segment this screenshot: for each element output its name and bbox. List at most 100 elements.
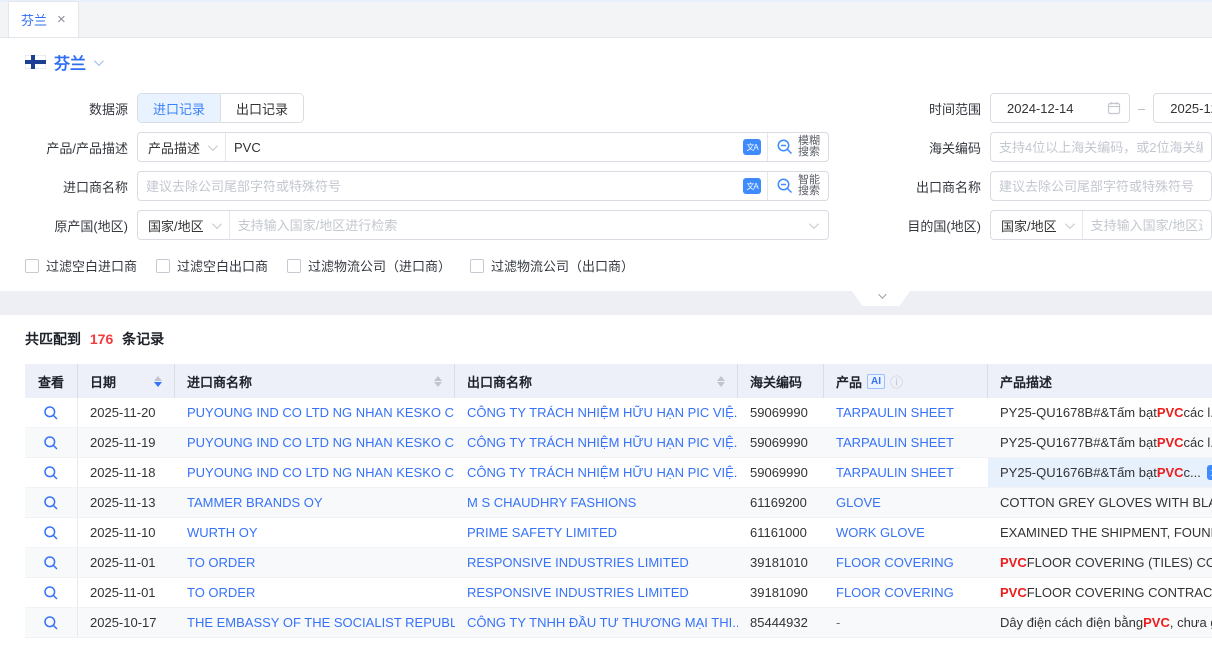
view-magnifier-icon[interactable] <box>43 555 59 571</box>
row-product: 产品/产品描述 产品描述 文A 模糊 <box>0 133 1212 161</box>
date-end-input[interactable] <box>1162 101 1212 116</box>
sort-icons[interactable] <box>434 376 442 387</box>
exporter-link[interactable]: M S CHAUDHRY FASHIONS <box>455 488 738 517</box>
translate-icon[interactable]: 文A <box>743 178 761 194</box>
exporter-label: 出口商名称 <box>829 177 990 196</box>
info-icon[interactable]: ⓘ <box>890 372 903 391</box>
date-cell: 2025-11-20 <box>78 398 175 427</box>
importer-link[interactable]: TAMMER BRANDS OY <box>175 488 455 517</box>
exporter-link[interactable]: CÔNG TY TRÁCH NHIỆM HỮU HẠN PIC VIỆ... <box>455 428 738 457</box>
view-cell <box>25 518 78 547</box>
product-link[interactable]: TARPAULIN SHEET <box>824 428 988 457</box>
date-cell: 2025-11-19 <box>78 428 175 457</box>
filter-logistics-exporter[interactable]: 过滤物流公司（出口商） <box>470 256 634 275</box>
product-type-select[interactable]: 产品描述 <box>138 138 225 157</box>
country-name[interactable]: 芬兰 <box>54 50 86 74</box>
origin-input[interactable] <box>230 218 809 233</box>
product-link[interactable]: WORK GLOVE <box>824 518 988 547</box>
destination-input[interactable] <box>1083 218 1211 233</box>
origin-select[interactable]: 国家/地区 <box>138 216 229 235</box>
translate-icon[interactable]: 文A <box>1207 465 1212 480</box>
collapse-panel-button[interactable] <box>852 291 910 306</box>
filter-logistics-importer[interactable]: 过滤物流公司（进口商） <box>287 256 451 275</box>
date-start-box[interactable] <box>990 93 1130 123</box>
sort-icons[interactable] <box>717 376 725 387</box>
view-magnifier-icon[interactable] <box>43 435 59 451</box>
exporter-link[interactable]: CÔNG TY TRÁCH NHIỆM HỮU HẠN PIC VIỆ... <box>455 398 738 427</box>
product-link[interactable]: GLOVE <box>824 488 988 517</box>
close-icon[interactable]: × <box>57 12 66 27</box>
view-cell <box>25 488 78 517</box>
importer-link[interactable]: PUYOUNG IND CO LTD NG NHAN KESKO C... <box>175 398 455 427</box>
product-link[interactable]: FLOOR COVERING <box>824 578 988 607</box>
checkbox-icon[interactable] <box>470 259 484 273</box>
panel-divider-band <box>0 291 1212 315</box>
importer-link[interactable]: PUYOUNG IND CO LTD NG NHAN KESKO C... <box>175 428 455 457</box>
exporter-link[interactable]: RESPONSIVE INDUSTRIES LIMITED <box>455 548 738 577</box>
exporter-link[interactable]: PRIME SAFETY LIMITED <box>455 518 738 547</box>
smart-search-button[interactable]: 智能 搜索 <box>767 172 828 200</box>
importer-input-group: 文A 智能 搜索 <box>137 171 829 201</box>
chevron-down-icon[interactable] <box>94 56 104 66</box>
exporter-link[interactable]: CÔNG TY TRÁCH NHIỆM HỮU HẠN PIC VIỆ... <box>455 458 738 487</box>
col-view: 查看 <box>25 364 78 398</box>
exporter-link[interactable]: RESPONSIVE INDUSTRIES LIMITED <box>455 578 738 607</box>
row-origin: 原产国(地区) 国家/地区 目的国(地区) 国家/地区 <box>0 211 1212 239</box>
importer-link[interactable]: TO ORDER <box>175 578 455 607</box>
filter-blank-exporter[interactable]: 过滤空白出口商 <box>156 256 268 275</box>
translate-icon[interactable]: 文A <box>743 139 761 155</box>
view-magnifier-icon[interactable] <box>43 405 59 421</box>
view-cell <box>25 548 78 577</box>
tab-finland[interactable]: 芬兰 × <box>8 1 79 37</box>
filter-blank-importer[interactable]: 过滤空白进口商 <box>25 256 137 275</box>
exporter-input[interactable] <box>991 179 1211 194</box>
tab-import-records[interactable]: 进口记录 <box>138 94 220 122</box>
desc-post: , chưa g... <box>1170 615 1212 630</box>
fuzzy-search-line2: 搜索 <box>798 147 820 158</box>
table-body: 2025-11-20 PUYOUNG IND CO LTD NG NHAN KE… <box>25 398 1212 638</box>
destination-select[interactable]: 国家/地区 <box>991 216 1082 235</box>
view-cell <box>25 428 78 457</box>
importer-link[interactable]: PUYOUNG IND CO LTD NG NHAN KESKO C... <box>175 458 455 487</box>
view-magnifier-icon[interactable] <box>43 465 59 481</box>
product-link[interactable]: TARPAULIN SHEET <box>824 398 988 427</box>
filter-row: 过滤空白进口商 过滤空白出口商 过滤物流公司（进口商） 过滤物流公司（出口商） <box>25 256 1212 275</box>
tab-title: 芬兰 <box>21 10 47 29</box>
exporter-link[interactable]: CÔNG TY TNHH ĐẦU TƯ THƯƠNG MẠI THI... <box>455 608 738 637</box>
view-magnifier-icon[interactable] <box>43 585 59 601</box>
checkbox-icon[interactable] <box>156 259 170 273</box>
checkbox-icon[interactable] <box>25 259 39 273</box>
hs-code-cell: 39181090 <box>738 578 824 607</box>
product-link: - <box>824 608 988 637</box>
sort-icons[interactable] <box>154 376 162 387</box>
col-product-label: 产品 <box>836 372 862 391</box>
table-row: 2025-11-19 PUYOUNG IND CO LTD NG NHAN KE… <box>25 428 1212 458</box>
view-magnifier-icon[interactable] <box>43 615 59 631</box>
col-date[interactable]: 日期 <box>78 364 175 398</box>
tab-bar: 芬兰 × <box>0 0 1212 38</box>
product-search-input[interactable] <box>226 140 737 155</box>
date-cell: 2025-11-01 <box>78 578 175 607</box>
desc-post: các l... <box>1184 435 1212 450</box>
product-link[interactable]: FLOOR COVERING <box>824 548 988 577</box>
importer-link[interactable]: TO ORDER <box>175 548 455 577</box>
product-link[interactable]: TARPAULIN SHEET <box>824 458 988 487</box>
date-start-input[interactable] <box>999 101 1107 116</box>
desc-highlight: PVC <box>1157 405 1184 420</box>
table-row: 2025-11-10 WURTH OY PRIME SAFETY LIMITED… <box>25 518 1212 548</box>
fuzzy-search-button[interactable]: 模糊 搜索 <box>767 133 828 161</box>
col-importer[interactable]: 进口商名称 <box>175 364 455 398</box>
importer-input[interactable] <box>138 179 737 194</box>
hs-code-input[interactable] <box>991 140 1211 155</box>
importer-link[interactable]: WURTH OY <box>175 518 455 547</box>
view-magnifier-icon[interactable] <box>43 525 59 541</box>
date-end-box[interactable] <box>1153 93 1212 123</box>
checkbox-icon[interactable] <box>287 259 301 273</box>
col-exporter[interactable]: 出口商名称 <box>455 364 738 398</box>
view-magnifier-icon[interactable] <box>43 495 59 511</box>
date-range-separator: – <box>1138 101 1145 116</box>
filter-label: 过滤空白出口商 <box>177 256 268 275</box>
importer-link[interactable]: THE EMBASSY OF THE SOCIALIST REPUBLIC... <box>175 608 455 637</box>
date-cell: 2025-10-17 <box>78 608 175 637</box>
tab-export-records[interactable]: 出口记录 <box>220 94 303 122</box>
